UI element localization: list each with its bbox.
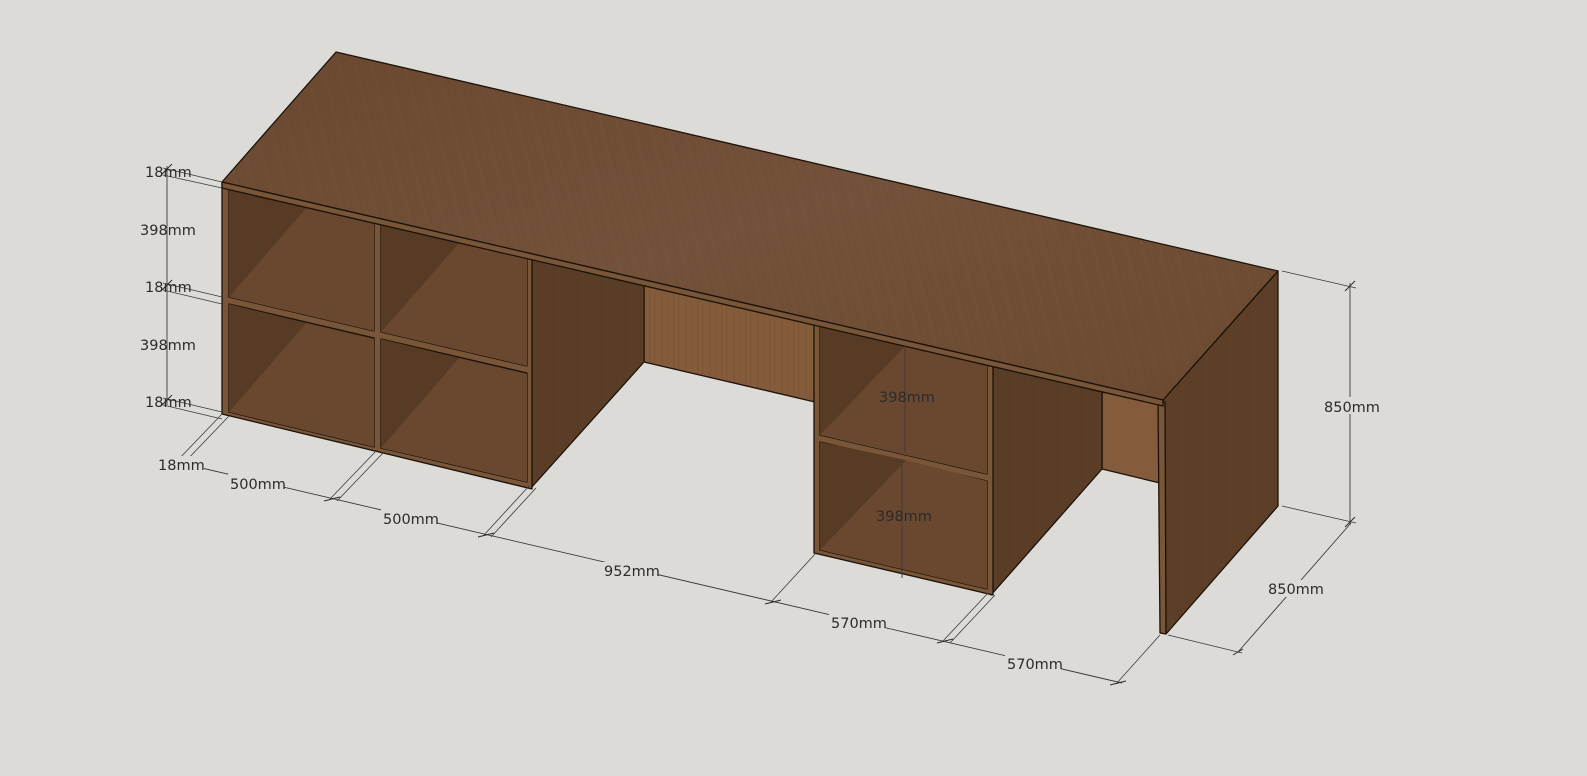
dim-shelf-thickness-middle: 18mm xyxy=(145,280,192,296)
dim-side-panel-thickness: 18mm xyxy=(158,458,205,474)
dim-end-leg-gap-width: 570mm xyxy=(1007,657,1063,673)
dim-shelf-opening-lower: 398mm xyxy=(140,338,196,354)
dim-knee-gap-width: 952mm xyxy=(604,564,660,580)
dim-shelf-thickness-bottom: 18mm xyxy=(145,395,192,411)
dim-desk-depth: 850mm xyxy=(1268,582,1324,598)
dim-desk-height: 850mm xyxy=(1324,400,1380,416)
dim-drawer-opening-upper: 398mm xyxy=(879,390,935,406)
dim-shelf-opening-upper: 398mm xyxy=(140,223,196,239)
dim-shelf-thickness-top: 18mm xyxy=(145,165,192,181)
dim-drawer-cube-width: 570mm xyxy=(831,616,887,632)
right-end-leg-edge xyxy=(1157,399,1167,635)
desk-drawing-canvas: 18mm 398mm 18mm 398mm 18mm 18mm 500mm 50… xyxy=(140,51,1380,686)
back-modesty-panel-right xyxy=(1101,391,1161,484)
desk-model xyxy=(221,51,1279,635)
dim-cube-width-left: 500mm xyxy=(230,477,286,493)
dim-cube-width-right: 500mm xyxy=(383,512,439,528)
dim-drawer-opening-lower: 398mm xyxy=(876,509,932,525)
